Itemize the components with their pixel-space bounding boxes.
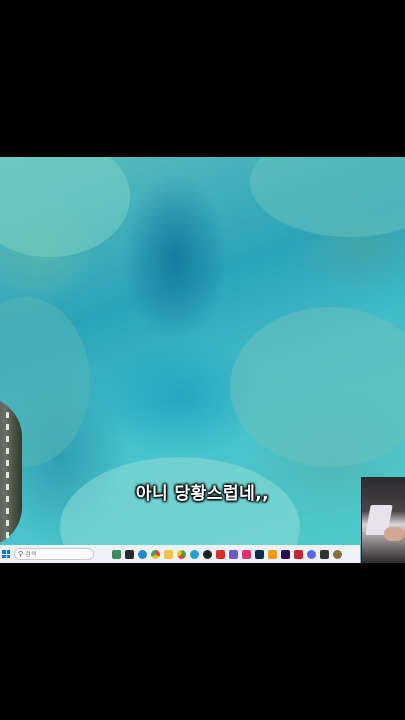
folder-icon[interactable] (164, 549, 173, 559)
premiere-icon[interactable] (281, 549, 290, 559)
road-marking (6, 412, 9, 542)
search-input[interactable] (25, 549, 84, 559)
discord-icon[interactable] (307, 549, 316, 559)
windows-start-icon[interactable] (2, 550, 10, 558)
black-circle-icon[interactable] (203, 549, 212, 559)
reef-patch (250, 157, 405, 237)
red-app-icon[interactable] (216, 549, 225, 559)
subtitle-caption: 아니 당황스럽네,, (135, 484, 270, 504)
landscape-icon[interactable] (112, 549, 121, 559)
taskbar: ⚲ (0, 545, 360, 563)
reef-patch (230, 307, 405, 467)
letterbox-bottom (0, 563, 405, 720)
p-app-icon[interactable] (320, 549, 329, 559)
photoshop-icon[interactable] (255, 549, 264, 559)
taskview-icon[interactable] (125, 549, 134, 559)
misc-app-icon[interactable] (333, 549, 342, 559)
edge-icon[interactable] (138, 549, 147, 559)
chrome-alt-icon[interactable] (177, 549, 186, 559)
acrobat-icon[interactable] (294, 549, 303, 559)
illustrator-icon[interactable] (268, 549, 277, 559)
photos-icon[interactable] (229, 549, 238, 559)
chrome-icon[interactable] (151, 549, 160, 559)
search-icon: ⚲ (18, 550, 24, 558)
taskbar-search[interactable]: ⚲ (14, 548, 94, 560)
app-icon[interactable] (190, 549, 199, 559)
instagram-icon[interactable] (242, 549, 251, 559)
hand (384, 527, 404, 541)
reef-patch (0, 157, 130, 257)
webcam-overlay (361, 477, 405, 563)
